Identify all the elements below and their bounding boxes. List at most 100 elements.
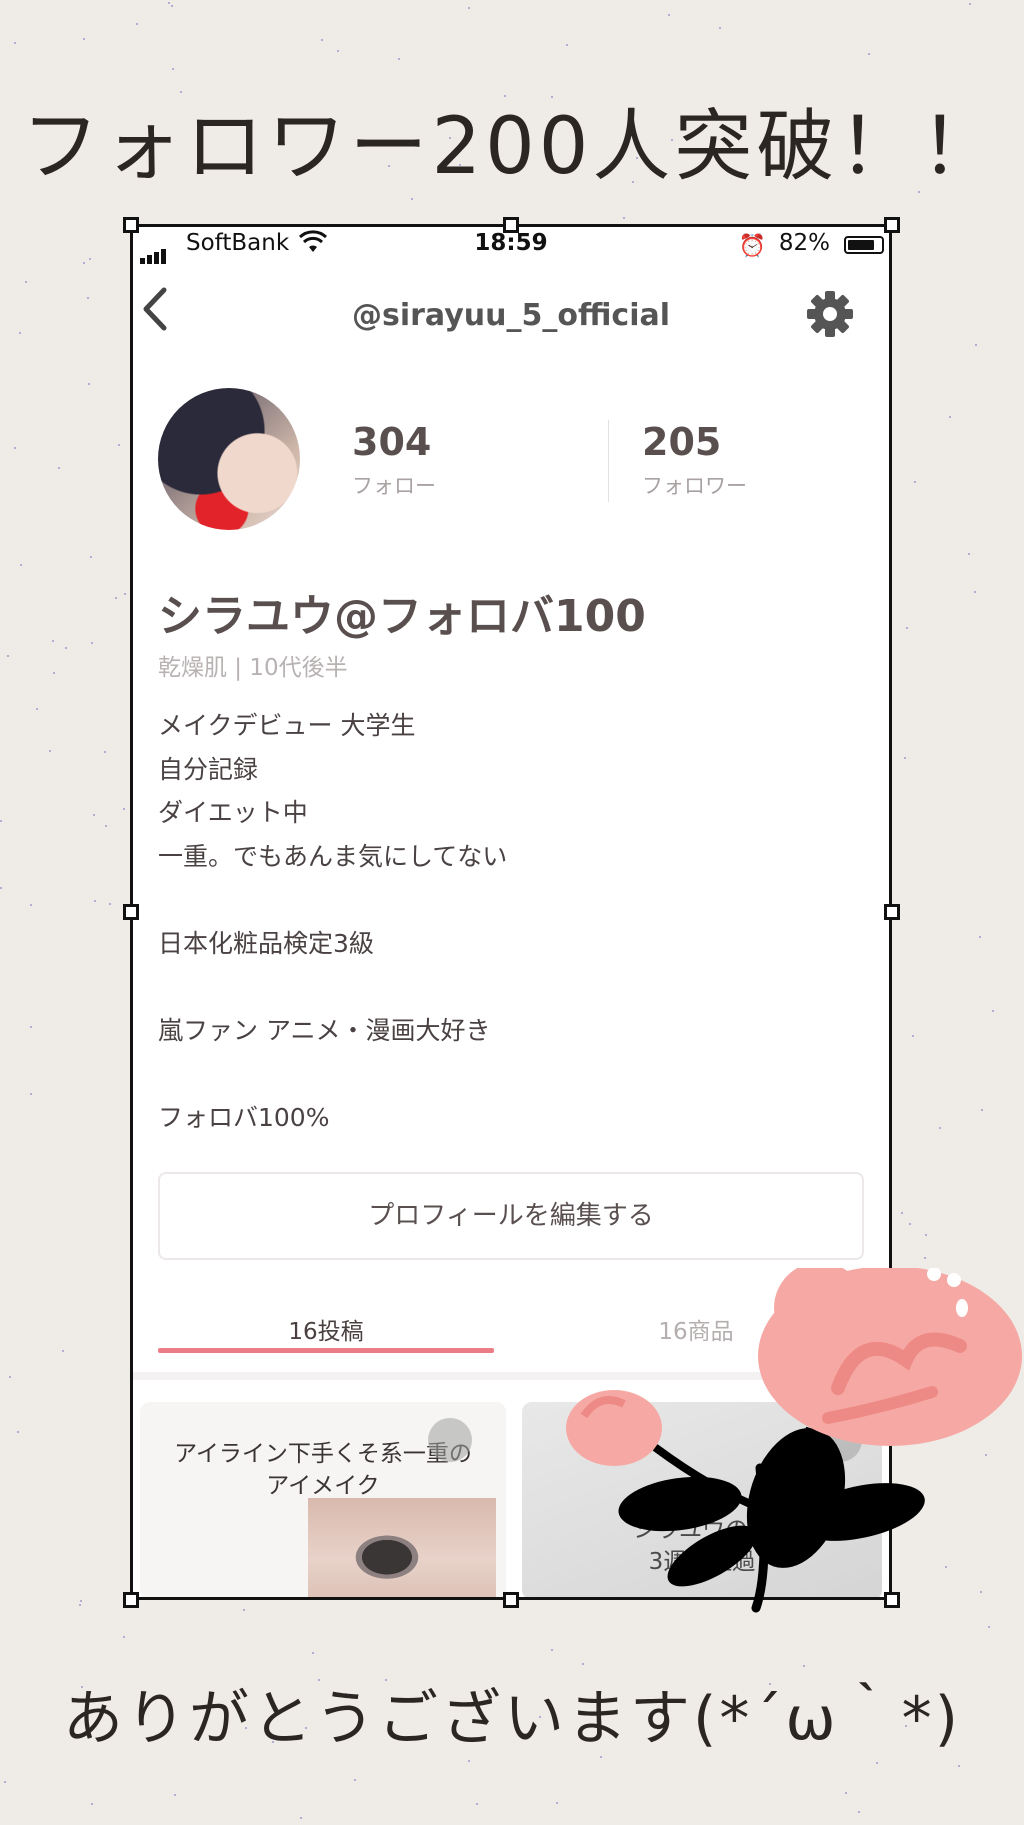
speck [667, 14, 670, 17]
speck [957, 1765, 960, 1768]
speck [912, 1034, 915, 1037]
speck [8, 1376, 11, 1379]
profile-name: シラユウ@フォロバ100 [158, 591, 646, 642]
nav-username: @sirayuu_5_official [351, 298, 671, 333]
speck [476, 1802, 479, 1805]
flower-sticker [566, 1268, 1022, 1613]
speck [914, 481, 917, 484]
follower-stat[interactable]: 205 フォロワー [642, 420, 747, 500]
speck [337, 50, 340, 53]
headline-text: フォロワー200人突破！！ [21, 102, 1003, 192]
speck [7, 654, 10, 657]
alarm-icon: ⏰ [738, 234, 766, 259]
speck [29, 1026, 32, 1029]
speck [124, 592, 127, 595]
speck [114, 597, 117, 600]
speck [924, 1233, 927, 1236]
follow-label: フォロー [352, 474, 436, 498]
speck [30, 1092, 33, 1095]
speck [109, 903, 112, 906]
speck [136, 23, 139, 26]
nav-bar: @sirayuu_5_official [130, 276, 892, 346]
speck [35, 707, 38, 710]
post-thumbnail [308, 1498, 496, 1600]
speck [321, 39, 324, 42]
thanks-text: ありがとうございます(*´ω｀*) [62, 1684, 962, 1754]
speck [974, 344, 977, 347]
follow-stat[interactable]: 304 フォロー [352, 420, 436, 500]
speck [52, 671, 55, 674]
speck [565, 43, 568, 46]
speck [87, 383, 90, 386]
status-time: 18:59 [474, 230, 548, 256]
speck [581, 1662, 584, 1665]
speck [803, 1664, 806, 1667]
speck [924, 1257, 927, 1260]
profile-bio: メイクデビュー 大学生 自分記録 ダイエット中 一重。でもあんま気にしてない 日… [158, 711, 508, 1132]
speck [243, 1609, 246, 1612]
active-tab-indicator [158, 1348, 494, 1353]
speck [83, 38, 86, 41]
follower-count: 205 [642, 420, 722, 464]
resize-handle[interactable] [123, 904, 139, 920]
speck [903, 756, 906, 759]
skin-info: 乾燥肌 | 10代後半 [158, 655, 348, 681]
speck [65, 647, 68, 650]
speck [80, 1599, 83, 1602]
speck [91, 1802, 94, 1805]
resize-handle[interactable] [503, 217, 519, 233]
resize-handle[interactable] [503, 1592, 519, 1608]
speck [845, 1791, 848, 1794]
resize-handle[interactable] [884, 217, 900, 233]
speck [51, 640, 54, 643]
resize-handle[interactable] [123, 217, 139, 233]
speck [13, 446, 16, 449]
speck [18, 332, 21, 335]
speck [992, 1009, 995, 1012]
speck [0, 819, 3, 822]
speck [411, 198, 414, 201]
speck [875, 1762, 878, 1765]
speck [397, 58, 400, 61]
avatar[interactable] [158, 388, 300, 530]
speck [93, 814, 96, 817]
speck [123, 808, 126, 811]
speck [978, 936, 981, 939]
speck [90, 555, 93, 558]
speck [3, 1780, 6, 1783]
tab-posts[interactable]: 16投稿 [158, 1312, 494, 1346]
speck [94, 900, 97, 903]
speck [78, 1603, 81, 1606]
speck [980, 1108, 983, 1111]
speck [968, 552, 971, 555]
speck [353, 1778, 356, 1781]
speck [170, 5, 173, 8]
speck [57, 467, 60, 470]
resize-handle[interactable] [884, 904, 900, 920]
speck [467, 1760, 470, 1763]
speck [938, 1127, 941, 1130]
battery-icon [844, 236, 884, 254]
speck [122, 1636, 125, 1639]
speck [467, 6, 470, 9]
battery-percent: 82% [778, 230, 830, 256]
speck [91, 641, 94, 644]
speck [14, 42, 17, 45]
speck [117, 444, 120, 447]
speck [623, 216, 626, 219]
post-card[interactable]: アイライン下手くそ系一重の アイメイク [140, 1402, 506, 1600]
speck [29, 904, 32, 907]
speck [300, 1817, 303, 1820]
stat-divider [608, 420, 609, 502]
speck [48, 750, 51, 753]
speck [19, 563, 22, 566]
edit-profile-button[interactable]: プロフィールを編集する [158, 1172, 864, 1260]
speck [86, 296, 89, 299]
resize-handle[interactable] [123, 1592, 139, 1608]
speck [550, 1649, 553, 1652]
speck [555, 1801, 558, 1804]
speck [908, 1223, 911, 1225]
speck [949, 416, 952, 419]
speck [105, 825, 108, 828]
gear-icon[interactable] [806, 290, 854, 342]
